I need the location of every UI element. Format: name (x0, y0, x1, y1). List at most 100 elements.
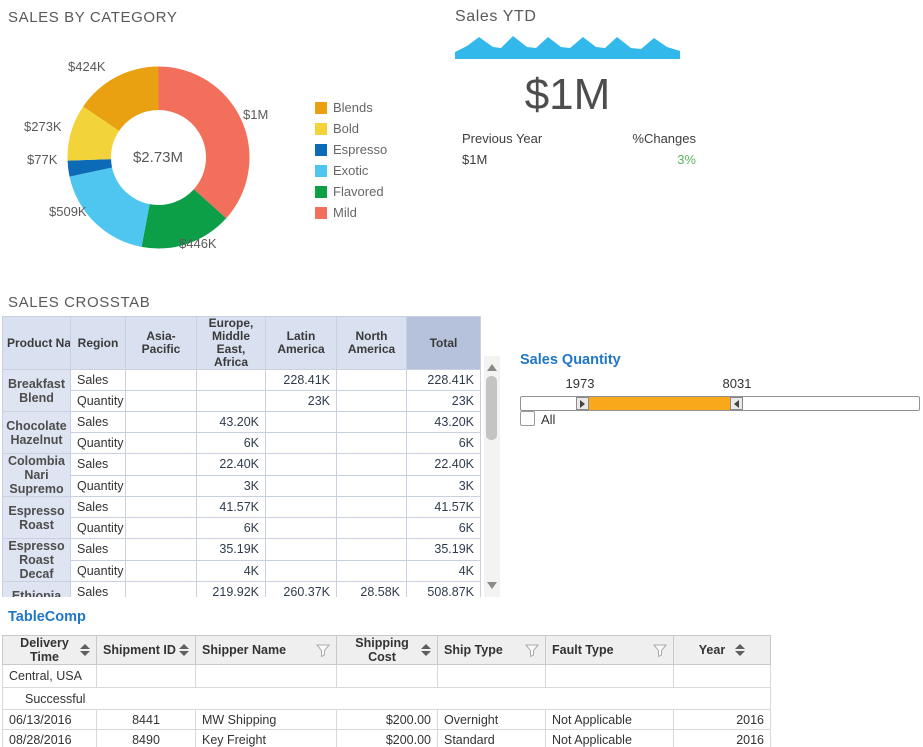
crosstab-value-cell (337, 497, 407, 518)
previous-year-value: $1M (462, 152, 487, 173)
tablecomp-col-header-delivery-time[interactable]: Delivery Time (3, 636, 97, 665)
crosstab-value-cell (126, 454, 197, 476)
crosstab-value-cell: 6K (407, 433, 481, 454)
legend-item-exotic[interactable]: Exotic (315, 160, 387, 181)
tablecomp-col-header-fault-type[interactable]: Fault Type (546, 636, 674, 665)
previous-year-label: Previous Year (462, 131, 542, 152)
tablecomp-col-header-shipment-id[interactable]: Shipment ID (97, 636, 196, 665)
crosstab-row[interactable]: Quantity6K6K (3, 433, 481, 454)
tablecomp-cell: MW Shipping (196, 710, 337, 730)
empty-cell (337, 665, 438, 688)
crosstab-row[interactable]: Breakfast BlendSales228.41K228.41K (3, 370, 481, 391)
crosstab-col-header[interactable]: Region (71, 317, 126, 370)
tablecomp-subgroup-row[interactable]: Successful (3, 688, 771, 710)
legend-item-espresso[interactable]: Espresso (315, 139, 387, 160)
crosstab-header-row: Product NameRegionAsia-PacificEurope, Mi… (3, 317, 481, 370)
legend-label: Espresso (333, 142, 387, 157)
tablecomp-col-header-shipper-name[interactable]: Shipper Name (196, 636, 337, 665)
crosstab-metric-cell: Sales (71, 539, 126, 561)
crosstab-col-header[interactable]: Total (407, 317, 481, 370)
crosstab-row[interactable]: Quantity23K23K (3, 391, 481, 412)
crosstab-product-cell: Espresso Roast (3, 497, 71, 539)
scrollbar-down-icon[interactable] (487, 582, 497, 589)
crosstab-metric-cell: Sales (71, 370, 126, 391)
dashboard: SALES BY CATEGORY $2.73M $1M $446K $509K… (0, 0, 923, 747)
filter-icon[interactable] (316, 644, 330, 657)
crosstab-value-cell (337, 370, 407, 391)
crosstab-value-cell (126, 539, 197, 561)
crosstab-value-cell (197, 370, 266, 391)
crosstab-row[interactable]: Colombia Nari SupremoSales22.40K22.40K (3, 454, 481, 476)
crosstab-product-cell: Breakfast Blend (3, 370, 71, 412)
crosstab-row[interactable]: Quantity3K3K (3, 475, 481, 497)
legend-item-blends[interactable]: Blends (315, 97, 387, 118)
tablecomp-group-row[interactable]: Central, USA (3, 665, 771, 688)
crosstab-col-header[interactable]: North America (337, 317, 407, 370)
sort-icon[interactable] (735, 644, 745, 656)
sort-icon[interactable] (80, 644, 90, 656)
slider-left-handle[interactable] (576, 397, 589, 410)
column-label: Delivery Time (9, 636, 80, 664)
crosstab-value-cell: 228.41K (407, 370, 481, 391)
crosstab-value-cell: 35.19K (407, 539, 481, 561)
slice-label-mild: $1M (243, 107, 268, 122)
crosstab-row[interactable]: Ethiopia SidamoSales219.92K260.37K28.58K… (3, 582, 481, 598)
crosstab-value-cell: 4K (197, 560, 266, 582)
legend-swatch-icon (315, 144, 327, 156)
tablecomp-col-header-shipping-cost[interactable]: Shipping Cost (337, 636, 438, 665)
crosstab-value-cell (266, 454, 337, 476)
legend-label: Bold (333, 121, 359, 136)
sort-icon[interactable] (179, 644, 189, 656)
slider-right-handle[interactable] (730, 397, 743, 410)
crosstab-col-header[interactable]: Latin America (266, 317, 337, 370)
crosstab-scrollbar[interactable] (484, 356, 500, 597)
legend-item-bold[interactable]: Bold (315, 118, 387, 139)
crosstab-row[interactable]: Espresso Roast DecafSales35.19K35.19K (3, 539, 481, 561)
crosstab-metric-cell: Sales (71, 497, 126, 518)
tablecomp-cell: Not Applicable (546, 710, 674, 730)
tablecomp-cell: 06/13/2016 (3, 710, 97, 730)
tablecomp-col-header-ship-type[interactable]: Ship Type (438, 636, 546, 665)
crosstab-value-cell: 23K (407, 391, 481, 412)
tablecomp-data-row[interactable]: 06/13/20168441MW Shipping$200.00Overnigh… (3, 710, 771, 730)
tablecomp-col-header-year[interactable]: Year (674, 636, 771, 665)
tablecomp-table: Delivery TimeShipment IDShipper NameShip… (2, 635, 771, 747)
crosstab-value-cell: 3K (197, 475, 266, 497)
slice-label-flavored: $446K (179, 236, 217, 251)
all-checkbox[interactable] (520, 411, 535, 426)
legend-item-mild[interactable]: Mild (315, 202, 387, 223)
crosstab-row[interactable]: Espresso RoastSales41.57K41.57K (3, 497, 481, 518)
filter-icon[interactable] (525, 644, 539, 657)
ytd-sparkline (455, 35, 680, 59)
crosstab-col-header[interactable]: Product Name (3, 317, 71, 370)
crosstab-row[interactable]: Quantity6K6K (3, 518, 481, 539)
right-arrow-icon (580, 400, 585, 408)
tablecomp-cell: 8441 (97, 710, 196, 730)
slice-label-espresso: $77K (27, 152, 57, 167)
legend-item-flavored[interactable]: Flavored (315, 181, 387, 202)
crosstab-col-header[interactable]: Asia-Pacific (126, 317, 197, 370)
slider-track[interactable] (520, 396, 920, 411)
crosstab-value-cell (126, 370, 197, 391)
sort-icon[interactable] (421, 644, 431, 656)
crosstab-metric-cell: Quantity (71, 518, 126, 539)
ytd-big-value: $1M (445, 70, 690, 120)
crosstab-row[interactable]: Quantity4K4K (3, 560, 481, 582)
tablecomp-cell: 08/28/2016 (3, 730, 97, 747)
sales-by-category-title: SALES BY CATEGORY (8, 9, 177, 26)
crosstab-value-cell: 43.20K (197, 412, 266, 433)
scrollbar-thumb[interactable] (486, 376, 497, 440)
tablecomp-data-row[interactable]: 08/28/20168490Key Freight$200.00Standard… (3, 730, 771, 747)
scrollbar-up-icon[interactable] (487, 364, 497, 371)
crosstab-row[interactable]: Chocolate HazelnutSales43.20K43.20K (3, 412, 481, 433)
crosstab-col-header[interactable]: Europe, Middle East, Africa (197, 317, 266, 370)
donut-slice-mild[interactable] (159, 67, 250, 219)
all-checkbox-label: All (541, 412, 555, 427)
filter-icon[interactable] (653, 644, 667, 657)
slider-range-fill[interactable] (589, 397, 730, 410)
crosstab-value-cell (337, 518, 407, 539)
crosstab-value-cell (266, 560, 337, 582)
crosstab-value-cell: 260.37K (266, 582, 337, 598)
crosstab-metric-cell: Quantity (71, 433, 126, 454)
tablecomp-cell: $200.00 (337, 710, 438, 730)
